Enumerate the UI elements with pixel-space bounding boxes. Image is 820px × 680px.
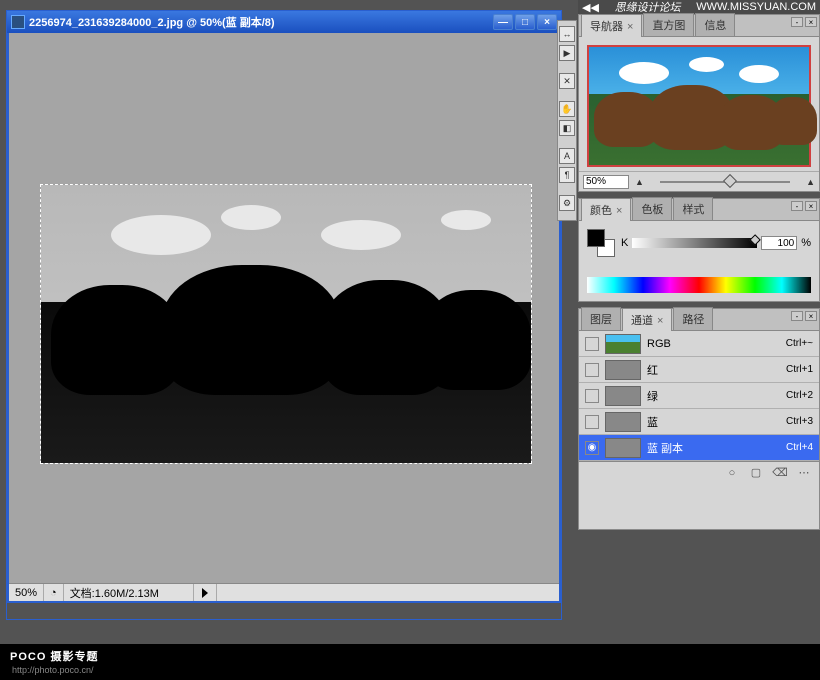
- tab-channels[interactable]: 通道×: [622, 308, 672, 331]
- channel-thumb: [605, 386, 641, 406]
- status-icon[interactable]: ◔: [44, 584, 64, 601]
- channel-name: 绿: [647, 388, 780, 404]
- tab-navigator[interactable]: 导航器×: [581, 14, 642, 37]
- spectrum-bar[interactable]: [587, 277, 811, 293]
- visibility-icon[interactable]: ◉: [585, 441, 599, 455]
- tab-info[interactable]: 信息: [695, 13, 735, 36]
- document-title: 2256974_231639284000_2.jpg @ 50%(蓝 副本/8): [29, 14, 493, 30]
- app-topbar: ◀◀ 思缘设计论坛 WWW.MISSYUAN.COM: [578, 0, 820, 14]
- tab-styles[interactable]: 样式: [673, 197, 713, 220]
- channel-thumb: [605, 334, 641, 354]
- channel-shortcut: Ctrl+4: [786, 442, 813, 453]
- visibility-icon[interactable]: [585, 363, 599, 377]
- tab-layers[interactable]: 图层: [581, 307, 621, 330]
- canvas-image: [41, 185, 531, 463]
- panel-min-icon[interactable]: -: [791, 17, 803, 27]
- channel-shortcut: Ctrl+3: [786, 416, 813, 427]
- channel-shortcut: Ctrl+2: [786, 390, 813, 401]
- channel-name: 蓝: [647, 414, 780, 430]
- visibility-icon[interactable]: [585, 415, 599, 429]
- ps-icon: [11, 15, 25, 29]
- tool-wand-icon[interactable]: ✕: [559, 73, 575, 89]
- footer-url: http://photo.poco.cn/: [12, 665, 94, 675]
- save-selection-icon[interactable]: ▢: [749, 466, 763, 480]
- tool-gear-icon[interactable]: ⚙: [559, 195, 575, 211]
- k-input[interactable]: [761, 236, 797, 250]
- channel-shortcut: Ctrl+1: [786, 364, 813, 375]
- load-selection-icon[interactable]: ○: [725, 466, 739, 480]
- document-body: 50% ◔ 文档:1.60M/2.13M: [7, 33, 561, 603]
- maximize-button[interactable]: □: [515, 14, 535, 30]
- k-unit: %: [801, 237, 811, 249]
- panel-close-icon[interactable]: ×: [805, 311, 817, 321]
- k-slider[interactable]: [632, 238, 757, 248]
- tool-play-icon[interactable]: ▶: [559, 45, 575, 61]
- channel-row[interactable]: 红 Ctrl+1: [579, 357, 819, 383]
- channel-row[interactable]: ◉ 蓝 副本 Ctrl+4: [579, 435, 819, 461]
- channel-row[interactable]: 蓝 Ctrl+3: [579, 409, 819, 435]
- tab-swatches[interactable]: 色板: [632, 197, 672, 220]
- panel-min-icon[interactable]: -: [791, 201, 803, 211]
- tab-color[interactable]: 颜色×: [581, 198, 631, 221]
- document-titlebar[interactable]: 2256974_231639284000_2.jpg @ 50%(蓝 副本/8)…: [7, 11, 561, 33]
- navigator-panel: -× 导航器× 直方图 信息 ▲ ▲: [578, 14, 820, 192]
- channel-row[interactable]: RGB Ctrl+~: [579, 331, 819, 357]
- zoom-in-icon[interactable]: ▲: [806, 177, 815, 187]
- tool-text-icon[interactable]: A: [559, 148, 575, 164]
- channel-shortcut: Ctrl+~: [786, 338, 813, 349]
- tool-split-icon[interactable]: ◧: [559, 120, 575, 136]
- footer-brand: POCO 摄影专题: [10, 651, 98, 663]
- minimize-button[interactable]: —: [493, 14, 513, 30]
- tab-histogram[interactable]: 直方图: [643, 13, 694, 36]
- k-label: K: [621, 237, 628, 249]
- zoom-out-icon[interactable]: ▲: [635, 177, 644, 187]
- tool-strip: ↔ ▶ ✕ ✋ ◧ A ¶ ⚙: [557, 20, 577, 221]
- channel-thumb: [605, 360, 641, 380]
- tool-arrange-icon[interactable]: ↔: [559, 26, 575, 42]
- menu-icon[interactable]: ⋯: [797, 466, 811, 480]
- navigator-thumbnail[interactable]: [587, 45, 811, 167]
- channels-panel: -× 图层 通道× 路径 RGB Ctrl+~ 红 Ctrl+1 绿 Ctrl+2 蓝 Ctr…: [578, 308, 820, 530]
- doc-info: 文档:1.60M/2.13M: [70, 585, 159, 601]
- channels-footer: ○ ▢ ⌫ ⋯: [579, 461, 819, 483]
- brand-url: WWW.MISSYUAN.COM: [696, 1, 816, 13]
- tool-hand-icon[interactable]: ✋: [559, 101, 575, 117]
- nav-zoom-input[interactable]: [583, 175, 629, 189]
- close-button[interactable]: ×: [537, 14, 557, 30]
- panel-close-icon[interactable]: ×: [805, 17, 817, 27]
- document-statusbar: 50% ◔ 文档:1.60M/2.13M: [9, 583, 559, 601]
- channel-row[interactable]: 绿 Ctrl+2: [579, 383, 819, 409]
- status-arrow[interactable]: [194, 584, 217, 601]
- canvas[interactable]: [41, 185, 531, 463]
- zoom-value[interactable]: 50%: [15, 587, 37, 599]
- page-footer: POCO 摄影专题 http://photo.poco.cn/: [0, 644, 820, 680]
- color-swatch[interactable]: [587, 229, 615, 257]
- panel-close-icon[interactable]: ×: [805, 201, 817, 211]
- visibility-icon[interactable]: [585, 337, 599, 351]
- color-panel: -× 颜色× 色板 样式 K %: [578, 198, 820, 302]
- channel-thumb: [605, 412, 641, 432]
- tab-paths[interactable]: 路径: [673, 307, 713, 330]
- channel-name: 红: [647, 362, 780, 378]
- tool-paragraph-icon[interactable]: ¶: [559, 167, 575, 183]
- visibility-icon[interactable]: [585, 389, 599, 403]
- arrows-icon: ◀◀: [582, 1, 599, 14]
- panel-min-icon[interactable]: -: [791, 311, 803, 321]
- nav-zoom-slider[interactable]: [660, 181, 790, 183]
- delete-icon[interactable]: ⌫: [773, 466, 787, 480]
- document-window: 2256974_231639284000_2.jpg @ 50%(蓝 副本/8)…: [6, 10, 562, 620]
- channel-thumb: [605, 438, 641, 458]
- channel-name: 蓝 副本: [647, 440, 780, 456]
- channel-name: RGB: [647, 338, 780, 350]
